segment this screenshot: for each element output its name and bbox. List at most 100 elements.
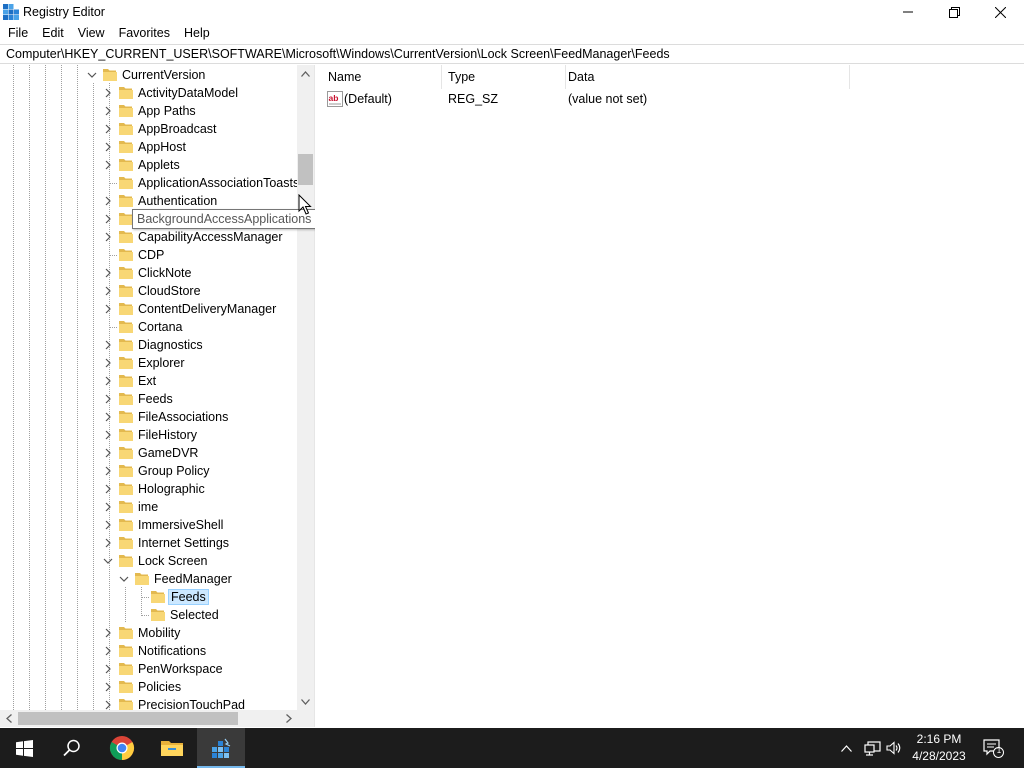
chevron-right-icon[interactable] xyxy=(103,664,113,674)
tree-item[interactable]: GameDVR xyxy=(0,444,297,462)
tree-item[interactable]: FileAssociations xyxy=(0,408,297,426)
chevron-right-icon[interactable] xyxy=(103,502,113,512)
tree-item[interactable]: ApplicationAssociationToasts xyxy=(0,174,299,192)
tree-item[interactable]: Cortana xyxy=(0,318,297,336)
tree-item[interactable]: CloudStore xyxy=(0,282,297,300)
chevron-right-icon[interactable] xyxy=(103,106,113,116)
tree-item[interactable]: ActivityDataModel xyxy=(0,84,297,102)
start-button[interactable] xyxy=(0,728,48,768)
tree-item[interactable]: PenWorkspace xyxy=(0,660,297,678)
tree-item[interactable]: Authentication xyxy=(0,192,297,210)
chevron-down-icon[interactable] xyxy=(103,556,113,566)
tree-item[interactable]: Notifications xyxy=(0,642,297,660)
tree-item[interactable]: ContentDeliveryManager xyxy=(0,300,297,318)
column-header-type[interactable]: Type xyxy=(440,65,565,89)
tree-item[interactable]: ImmersiveShell xyxy=(0,516,297,534)
show-hidden-icons-button[interactable] xyxy=(836,728,856,768)
tree-item[interactable]: Explorer xyxy=(0,354,297,372)
tree-item[interactable]: AppBroadcast xyxy=(0,120,297,138)
network-button[interactable] xyxy=(860,728,884,768)
chevron-down-icon[interactable] xyxy=(119,574,129,584)
scroll-left-arrow-icon[interactable] xyxy=(0,710,17,727)
file-explorer-taskbar-button[interactable] xyxy=(148,728,196,768)
values-list-pane[interactable]: Name Type Data ab (Default) REG_SZ (valu… xyxy=(320,65,1024,727)
chevron-right-icon[interactable] xyxy=(103,700,113,710)
chevron-right-icon[interactable] xyxy=(103,214,113,224)
scroll-right-arrow-icon[interactable] xyxy=(280,710,297,727)
tree-item[interactable]: Diagnostics xyxy=(0,336,297,354)
scroll-down-arrow-icon[interactable] xyxy=(297,693,314,710)
chevron-right-icon[interactable] xyxy=(103,628,113,638)
menu-edit[interactable]: Edit xyxy=(34,24,70,43)
tree-item[interactable]: Mobility xyxy=(0,624,297,642)
tree-item[interactable]: AppHost xyxy=(0,138,297,156)
tree-item[interactable]: ime xyxy=(0,498,297,516)
tree-item[interactable]: Holographic xyxy=(0,480,297,498)
chevron-right-icon[interactable] xyxy=(103,304,113,314)
chevron-down-icon[interactable] xyxy=(87,70,97,80)
action-center-button[interactable]: 1 xyxy=(980,728,1006,768)
address-path[interactable]: Computer\HKEY_CURRENT_USER\SOFTWARE\Micr… xyxy=(6,47,670,62)
tree-item[interactable]: Selected xyxy=(0,606,297,624)
menu-help[interactable]: Help xyxy=(176,24,216,43)
tree-item[interactable]: Lock Screen xyxy=(0,552,297,570)
chevron-right-icon[interactable] xyxy=(103,682,113,692)
tree-item[interactable]: CurrentVersion xyxy=(0,66,297,84)
column-divider[interactable] xyxy=(849,65,850,89)
chevron-right-icon[interactable] xyxy=(103,484,113,494)
chevron-right-icon[interactable] xyxy=(103,466,113,476)
tree-item[interactable]: Feeds xyxy=(0,390,297,408)
tree-item[interactable]: Feeds xyxy=(0,588,297,606)
restore-button[interactable] xyxy=(931,0,977,24)
close-button[interactable] xyxy=(977,0,1023,24)
tree-item[interactable]: App Paths xyxy=(0,102,297,120)
chevron-right-icon[interactable] xyxy=(103,232,113,242)
scroll-up-arrow-icon[interactable] xyxy=(297,65,314,82)
menu-view[interactable]: View xyxy=(70,24,111,43)
tree-item[interactable]: Group Policy xyxy=(0,462,297,480)
chevron-right-icon[interactable] xyxy=(103,358,113,368)
tree-item[interactable]: Policies xyxy=(0,678,297,696)
chevron-right-icon[interactable] xyxy=(103,646,113,656)
column-header-name[interactable]: Name xyxy=(320,65,441,89)
chevron-right-icon[interactable] xyxy=(103,412,113,422)
chevron-right-icon[interactable] xyxy=(103,394,113,404)
value-row[interactable]: ab (Default) REG_SZ (value not set) xyxy=(320,90,1020,108)
chevron-right-icon[interactable] xyxy=(103,88,113,98)
vertical-scroll-thumb[interactable] xyxy=(298,154,313,185)
tree-item[interactable]: ClickNote xyxy=(0,264,297,282)
chevron-right-icon[interactable] xyxy=(103,376,113,386)
tree-item[interactable]: FeedManager xyxy=(0,570,297,588)
chevron-right-icon[interactable] xyxy=(103,124,113,134)
tree-item[interactable]: CDP xyxy=(0,246,297,264)
chevron-right-icon[interactable] xyxy=(103,286,113,296)
address-bar[interactable]: Computer\HKEY_CURRENT_USER\SOFTWARE\Micr… xyxy=(0,44,1024,64)
chevron-right-icon[interactable] xyxy=(103,160,113,170)
tree-item[interactable]: Applets xyxy=(0,156,297,174)
chevron-right-icon[interactable] xyxy=(103,268,113,278)
taskbar-clock[interactable]: 2:16 PM 4/28/2023 xyxy=(900,731,978,765)
tree-item[interactable]: FileHistory xyxy=(0,426,297,444)
registry-editor-taskbar-button[interactable] xyxy=(197,728,245,768)
tree-horizontal-scrollbar[interactable] xyxy=(0,710,297,727)
menu-favorites[interactable]: Favorites xyxy=(111,24,176,43)
key-tree-pane[interactable]: CurrentVersion ActivityDataModel App Paths… xyxy=(0,65,315,727)
menu-file[interactable]: File xyxy=(0,24,34,43)
chevron-right-icon[interactable] xyxy=(103,430,113,440)
tree-item[interactable]: Ext xyxy=(0,372,297,390)
folder-icon xyxy=(119,429,133,441)
chevron-right-icon[interactable] xyxy=(103,538,113,548)
chevron-right-icon[interactable] xyxy=(103,448,113,458)
tree-vertical-scrollbar[interactable] xyxy=(297,65,314,710)
chevron-right-icon[interactable] xyxy=(103,196,113,206)
tree-item[interactable]: CapabilityAccessManager xyxy=(0,228,297,246)
chrome-taskbar-button[interactable] xyxy=(98,728,146,768)
minimize-button[interactable] xyxy=(885,0,931,24)
search-button[interactable] xyxy=(48,728,96,768)
column-header-data[interactable]: Data xyxy=(560,65,849,89)
tree-item[interactable]: Internet Settings xyxy=(0,534,297,552)
horizontal-scroll-thumb[interactable] xyxy=(18,712,238,725)
chevron-right-icon[interactable] xyxy=(103,142,113,152)
chevron-right-icon[interactable] xyxy=(103,340,113,350)
chevron-right-icon[interactable] xyxy=(103,520,113,530)
